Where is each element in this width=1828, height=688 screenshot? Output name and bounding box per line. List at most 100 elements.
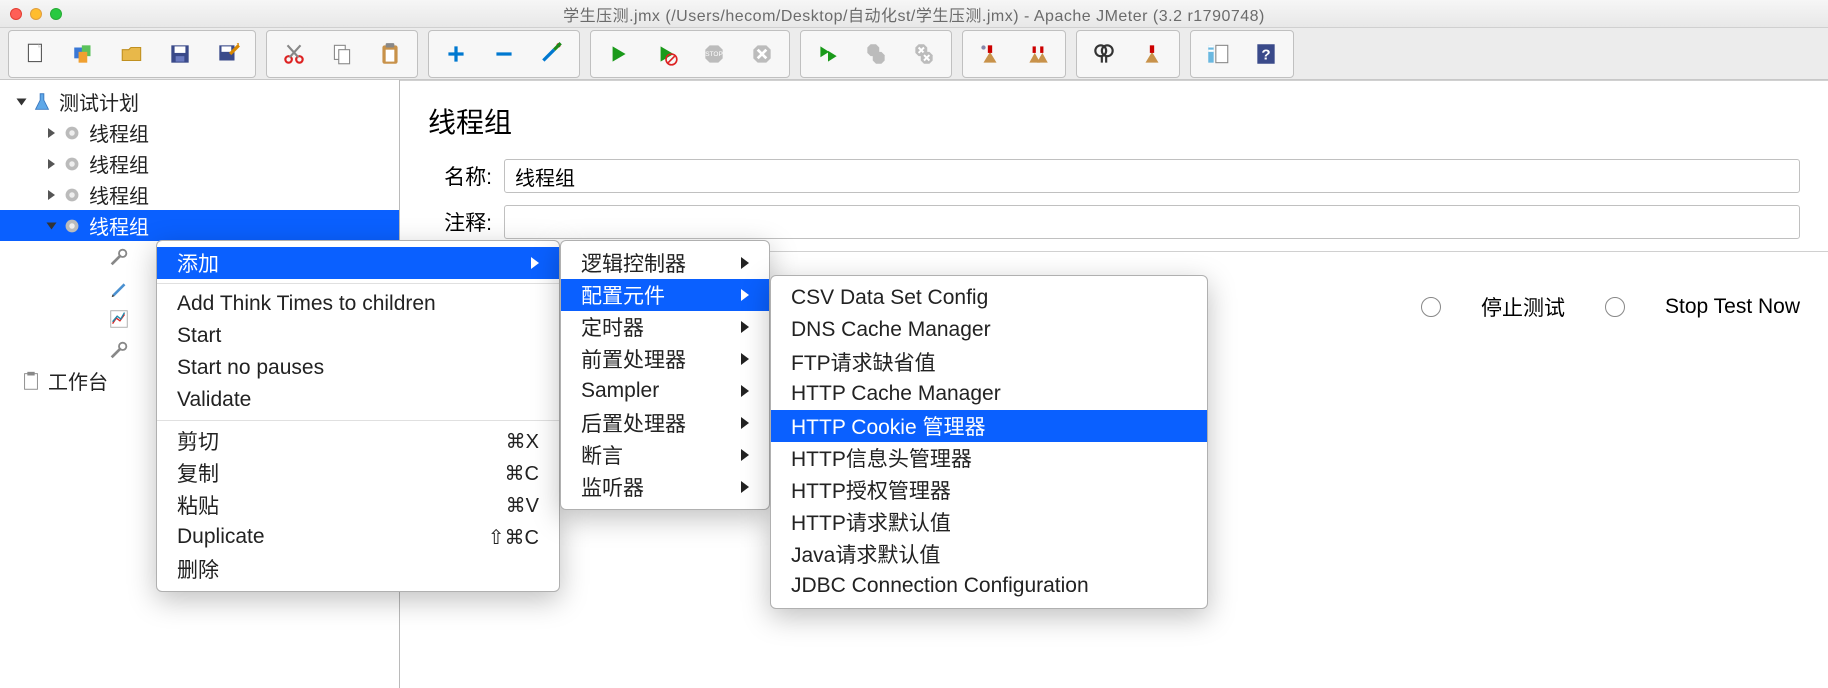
panel-title: 线程组 (428, 101, 1800, 141)
ctx-ftp-defaults[interactable]: FTP请求缺省值 (771, 346, 1207, 378)
tree-threadgroup-4[interactable]: 线程组 (0, 210, 399, 241)
chevron-right-icon (741, 379, 749, 403)
new-file-button[interactable] (12, 34, 60, 74)
context-menu-add: 逻辑控制器 配置元件 定时器 前置处理器 Sampler 后置处理器 断言 监听… (560, 240, 770, 510)
tree-root-label: 测试计划 (59, 87, 139, 116)
ctx-paste[interactable]: 粘贴⌘V (157, 489, 559, 521)
gear-icon (61, 122, 83, 144)
svg-text:?: ? (1261, 46, 1270, 63)
wrench-icon (108, 246, 130, 268)
chevron-right-icon (741, 315, 749, 339)
traffic-lights (10, 8, 62, 20)
titlebar: 学生压测.jmx (/Users/hecom/Desktop/自动化st/学生压… (0, 0, 1828, 28)
toolbar: STOP ? (0, 28, 1828, 80)
ctx-timer[interactable]: 定时器 (561, 311, 769, 343)
run-button[interactable] (594, 34, 642, 74)
gear-icon (61, 215, 83, 237)
maximize-window-button[interactable] (50, 8, 62, 20)
expand-button[interactable] (432, 34, 480, 74)
ctx-preprocessor[interactable]: 前置处理器 (561, 343, 769, 375)
ctx-http-auth[interactable]: HTTP授权管理器 (771, 474, 1207, 506)
ctx-http-cache[interactable]: HTTP Cache Manager (771, 378, 1207, 410)
comment-label: 注释: (428, 207, 492, 237)
ctx-jdbc-config[interactable]: JDBC Connection Configuration (771, 570, 1207, 602)
stop-now-radio[interactable] (1605, 297, 1625, 317)
clipboard-icon (20, 370, 42, 392)
copy-button[interactable] (318, 34, 366, 74)
window-title: 学生压测.jmx (/Users/hecom/Desktop/自动化st/学生压… (563, 2, 1265, 26)
chevron-right-icon (741, 347, 749, 371)
gear-icon (61, 153, 83, 175)
context-menu-config: CSV Data Set Config DNS Cache Manager FT… (770, 275, 1208, 609)
ctx-http-cookie[interactable]: HTTP Cookie 管理器 (771, 410, 1207, 442)
tree-workbench-label: 工作台 (48, 366, 108, 395)
reset-search-button[interactable] (1128, 34, 1176, 74)
ctx-think-times[interactable]: Add Think Times to children (157, 288, 559, 320)
gear-icon (61, 184, 83, 206)
templates-button[interactable] (60, 34, 108, 74)
save-as-button[interactable] (204, 34, 252, 74)
ctx-dns-cache[interactable]: DNS Cache Manager (771, 314, 1207, 346)
tree-item-label: 线程组 (89, 149, 149, 178)
chevron-right-icon (741, 251, 749, 275)
ctx-csv-config[interactable]: CSV Data Set Config (771, 282, 1207, 314)
ctx-cut[interactable]: 剪切⌘X (157, 425, 559, 457)
ctx-postprocessor[interactable]: 后置处理器 (561, 407, 769, 439)
wrench-icon (108, 339, 130, 361)
ctx-duplicate[interactable]: Duplicate⇧⌘C (157, 521, 559, 553)
save-button[interactable] (156, 34, 204, 74)
remote-stop-button[interactable] (852, 34, 900, 74)
context-menu-main: 添加 Add Think Times to children Start Sta… (156, 240, 560, 592)
ctx-start[interactable]: Start (157, 320, 559, 352)
ctx-delete[interactable]: 删除 (157, 553, 559, 585)
stop-now-label: Stop Test Now (1665, 295, 1800, 319)
ctx-start-no-pauses[interactable]: Start no pauses (157, 352, 559, 384)
ctx-validate[interactable]: Validate (157, 384, 559, 416)
tree-threadgroup-1[interactable]: 线程组 (0, 117, 399, 148)
stop-test-label: 停止测试 (1481, 292, 1565, 322)
tree-root[interactable]: 测试计划 (0, 86, 399, 117)
chevron-right-icon (741, 475, 749, 499)
tree-item-label: 线程组 (89, 118, 149, 147)
tree-threadgroup-3[interactable]: 线程组 (0, 179, 399, 210)
tree-item-label: 线程组 (89, 211, 149, 240)
shutdown-button[interactable] (738, 34, 786, 74)
function-helper-button[interactable] (1194, 34, 1242, 74)
comment-input[interactable] (504, 205, 1800, 239)
ctx-http-header[interactable]: HTTP信息头管理器 (771, 442, 1207, 474)
chevron-right-icon (741, 443, 749, 467)
ctx-http-request-defaults[interactable]: HTTP请求默认值 (771, 506, 1207, 538)
chevron-right-icon (741, 411, 749, 435)
stop-button[interactable]: STOP (690, 34, 738, 74)
tree-threadgroup-2[interactable]: 线程组 (0, 148, 399, 179)
toggle-button[interactable] (528, 34, 576, 74)
flask-icon (31, 91, 53, 113)
cut-button[interactable] (270, 34, 318, 74)
chevron-right-icon (741, 283, 749, 307)
svg-text:STOP: STOP (705, 51, 723, 58)
collapse-button[interactable] (480, 34, 528, 74)
ctx-add[interactable]: 添加 (157, 247, 559, 279)
ctx-assertion[interactable]: 断言 (561, 439, 769, 471)
stop-test-radio[interactable] (1421, 297, 1441, 317)
ctx-sampler[interactable]: Sampler (561, 375, 769, 407)
ctx-logic-controller[interactable]: 逻辑控制器 (561, 247, 769, 279)
ctx-listener[interactable]: 监听器 (561, 471, 769, 503)
minimize-window-button[interactable] (30, 8, 42, 20)
open-file-button[interactable] (108, 34, 156, 74)
help-button[interactable]: ? (1242, 34, 1290, 74)
ctx-copy[interactable]: 复制⌘C (157, 457, 559, 489)
clear-all-button[interactable] (1014, 34, 1062, 74)
search-button[interactable] (1080, 34, 1128, 74)
remote-shutdown-button[interactable] (900, 34, 948, 74)
close-window-button[interactable] (10, 8, 22, 20)
remote-start-button[interactable] (804, 34, 852, 74)
ctx-config-element[interactable]: 配置元件 (561, 279, 769, 311)
chart-icon (108, 308, 130, 330)
ctx-java-defaults[interactable]: Java请求默认值 (771, 538, 1207, 570)
pencil-icon (108, 277, 130, 299)
run-no-pause-button[interactable] (642, 34, 690, 74)
name-input[interactable] (504, 159, 1800, 193)
paste-button[interactable] (366, 34, 414, 74)
clear-button[interactable] (966, 34, 1014, 74)
